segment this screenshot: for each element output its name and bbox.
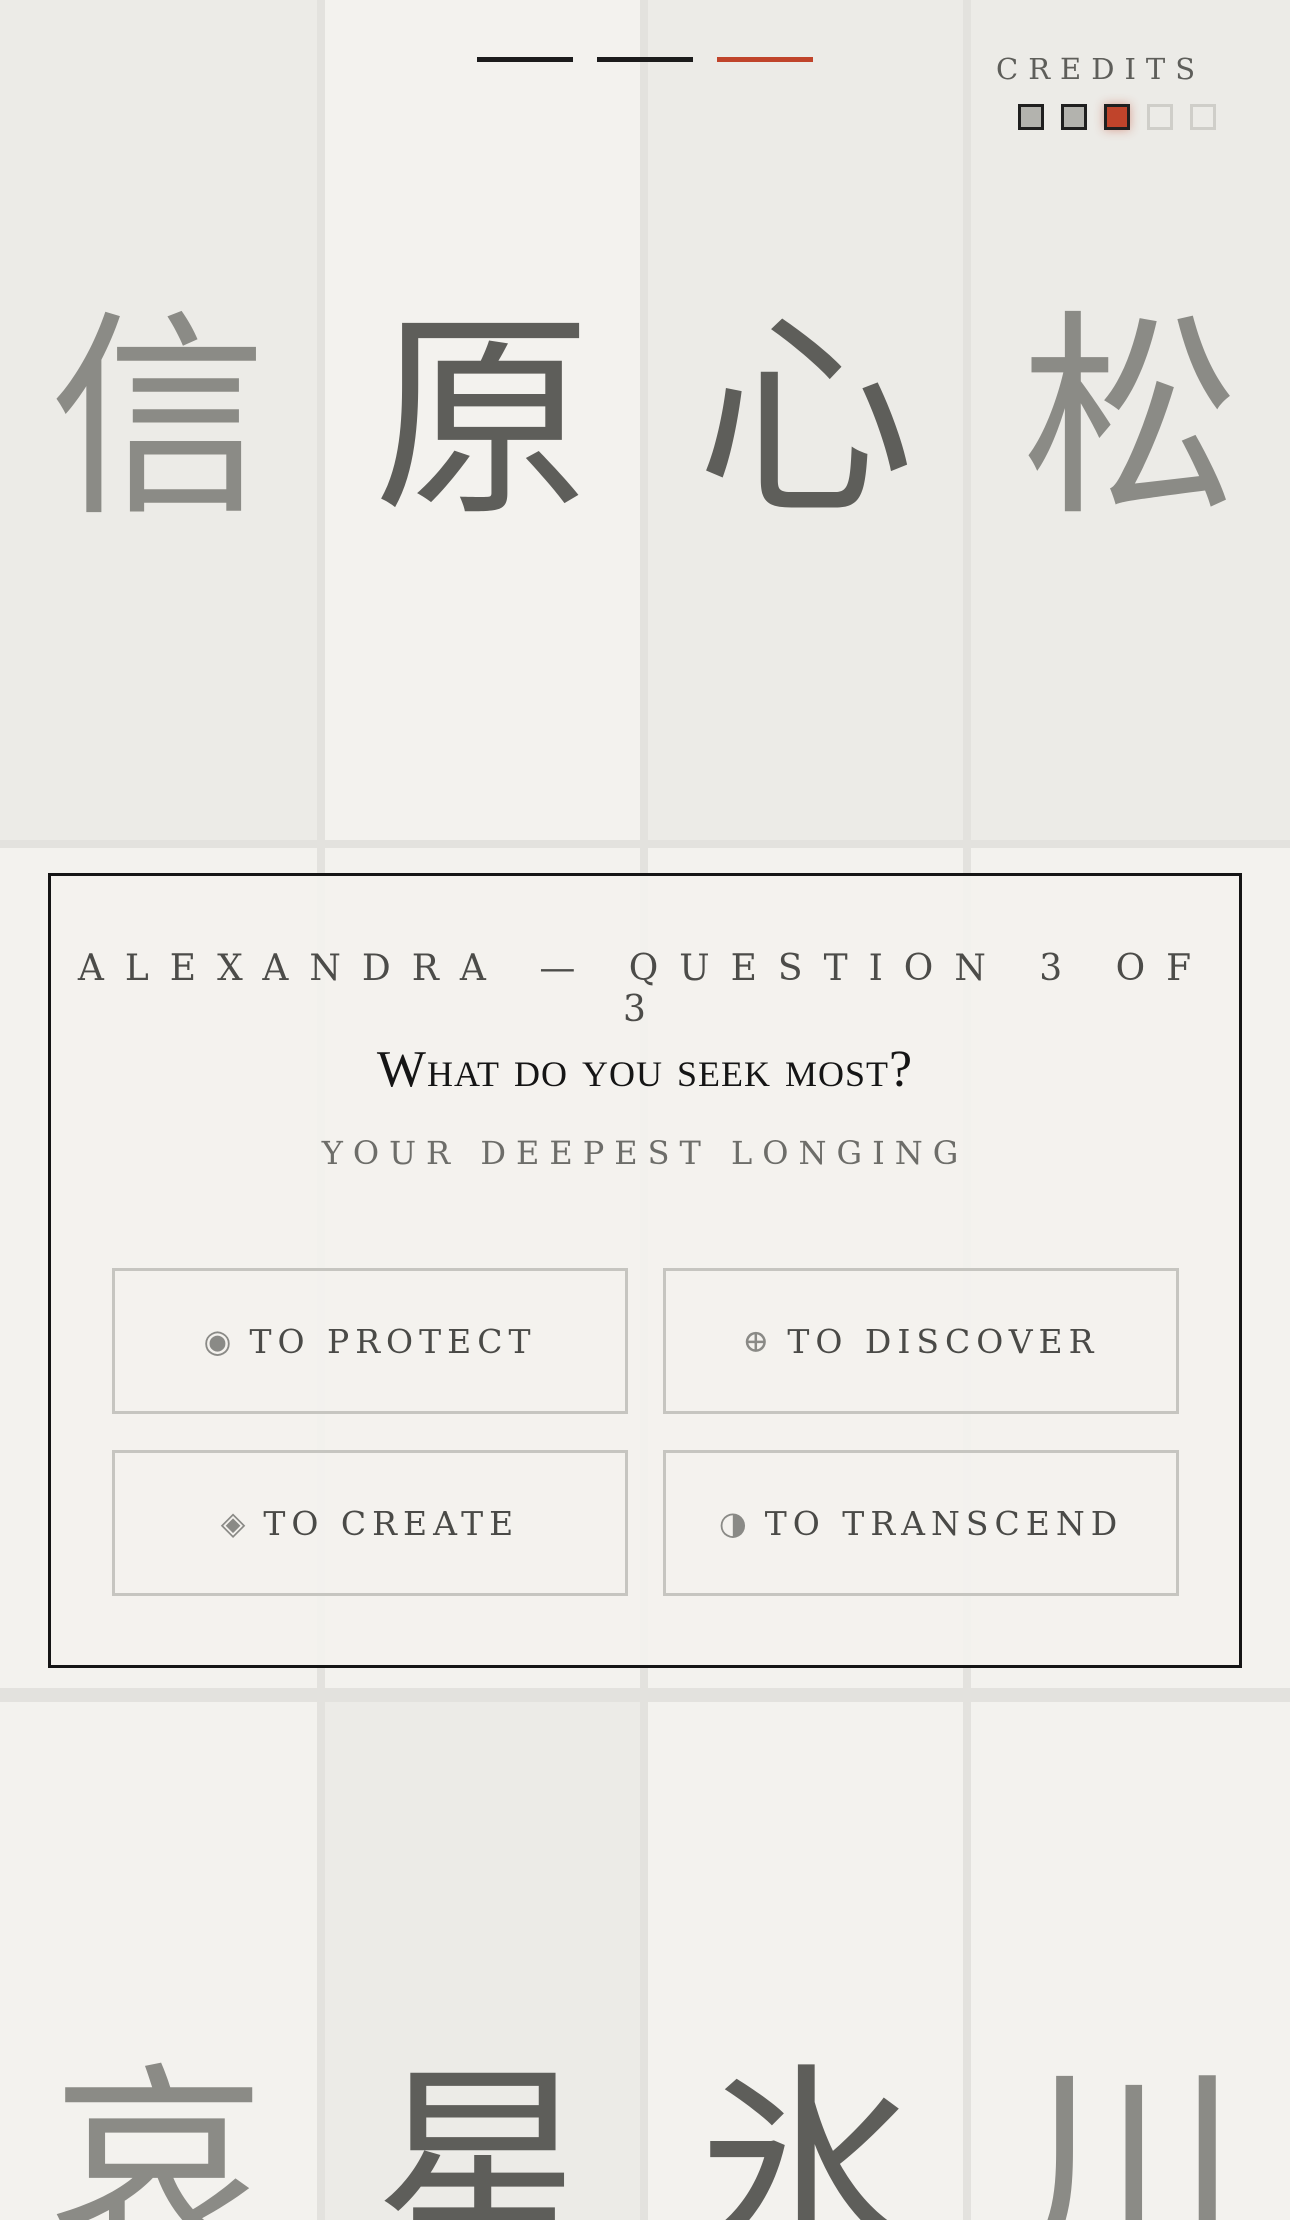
glyph-char: 原 (373, 293, 592, 546)
glyph-panel: 心 (648, 0, 963, 840)
glyph-char: 氷 (696, 2046, 915, 2220)
credit-indicator (1147, 104, 1173, 130)
credit-indicator (1018, 104, 1044, 130)
credits-panel: CREDITS (996, 52, 1226, 130)
choice-button-create[interactable]: ◈ TO CREATE (112, 1450, 628, 1596)
choice-button-protect[interactable]: ◉ TO PROTECT (112, 1268, 628, 1414)
choice-label: TO TRANSCEND (764, 1503, 1124, 1543)
glyph-panel: 星 (325, 1702, 640, 2220)
credit-indicator (1104, 104, 1130, 130)
progress-step (477, 57, 573, 62)
credit-indicator (1061, 104, 1087, 130)
choice-button-transcend[interactable]: ◑ TO TRANSCEND (663, 1450, 1179, 1596)
credit-indicator (1190, 104, 1216, 130)
circle-dot-icon: ◉ (203, 1322, 238, 1360)
glyph-char: 信 (49, 293, 268, 546)
glyph-char: 松 (1021, 293, 1240, 546)
credit-indicators (996, 104, 1226, 130)
progress-step (597, 57, 693, 62)
progress-step (717, 57, 813, 62)
circle-plus-icon: ⊕ (742, 1322, 776, 1360)
glyph-panel: 原 (325, 0, 640, 840)
glyph-char: 星 (373, 2046, 592, 2220)
glyph-char: 心 (696, 293, 915, 546)
diamond-icon: ◈ (220, 1504, 252, 1542)
glyph-char: 哀 (49, 2046, 268, 2220)
credits-label: CREDITS (996, 52, 1206, 86)
choice-label: TO DISCOVER (787, 1321, 1100, 1361)
half-circle-icon: ◑ (718, 1504, 753, 1542)
question-header: ALEXANDRA — QUESTION 3 OF 3 (77, 948, 1213, 1030)
choice-button-discover[interactable]: ⊕ TO DISCOVER (663, 1268, 1179, 1414)
choice-label: TO CREATE (263, 1503, 520, 1543)
question-progress (477, 57, 813, 62)
choice-label: TO PROTECT (249, 1321, 537, 1361)
glyph-panel: 川 (971, 1702, 1290, 2220)
glyph-panel: 氷 (648, 1702, 963, 2220)
question-subtitle: YOUR DEEPEST LONGING (321, 1134, 969, 1172)
glyph-panel: 信 (0, 0, 317, 840)
glyph-char: 川 (1021, 2046, 1240, 2220)
question-title: What do you seek most? (376, 1041, 914, 1098)
question-card: ALEXANDRA — QUESTION 3 OF 3 What do you … (48, 873, 1242, 1668)
glyph-panel: 哀 (0, 1702, 317, 2220)
